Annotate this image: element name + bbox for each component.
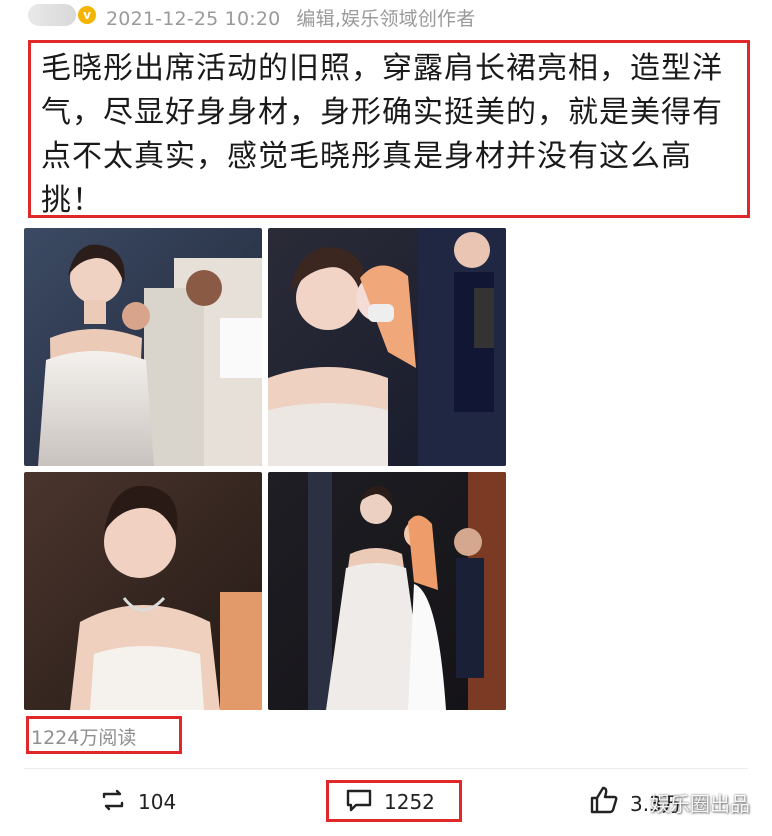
photo-grid bbox=[24, 228, 508, 712]
repost-icon bbox=[98, 785, 128, 819]
thumbs-up-icon bbox=[588, 784, 620, 820]
post-header: v 2021-12-25 10:20 编辑,娱乐领域创作者 bbox=[0, 0, 772, 34]
photo-1-image bbox=[24, 228, 262, 466]
photo-4[interactable] bbox=[268, 472, 506, 710]
post-meta: 2021-12-25 10:20 编辑,娱乐领域创作者 bbox=[106, 4, 475, 31]
comment-button[interactable]: 1252 bbox=[344, 782, 435, 822]
read-count: 1224万阅读 bbox=[31, 727, 137, 749]
post-timestamp: 2021-12-25 10:20 bbox=[106, 8, 281, 30]
photo-3[interactable] bbox=[24, 472, 262, 710]
photo-2-image bbox=[268, 228, 506, 466]
divider bbox=[24, 768, 748, 769]
post-text: 毛晓彤出席活动的旧照，穿露肩长裙亮相，造型洋气，尽显好身身材，身形确实挺美的，就… bbox=[41, 51, 723, 218]
photo-4-image bbox=[268, 472, 506, 710]
repost-button[interactable]: 104 bbox=[98, 782, 176, 822]
repost-count: 104 bbox=[138, 790, 177, 814]
comment-icon bbox=[344, 785, 374, 819]
blurred-username[interactable] bbox=[28, 4, 76, 26]
photo-3-image bbox=[24, 472, 262, 710]
post-text-highlight: 毛晓彤出席活动的旧照，穿露肩长裙亮相，造型洋气，尽显好身身材，身形确实挺美的，就… bbox=[28, 40, 750, 218]
watermark: 娱乐圈出品 bbox=[650, 792, 750, 816]
author-description: 编辑,娱乐领域创作者 bbox=[296, 8, 476, 30]
reads-highlight: 1224万阅读 bbox=[26, 716, 182, 754]
photo-2[interactable] bbox=[268, 228, 506, 466]
verified-badge-icon: v bbox=[78, 6, 96, 24]
comment-count: 1252 bbox=[384, 790, 435, 814]
photo-1[interactable] bbox=[24, 228, 262, 466]
